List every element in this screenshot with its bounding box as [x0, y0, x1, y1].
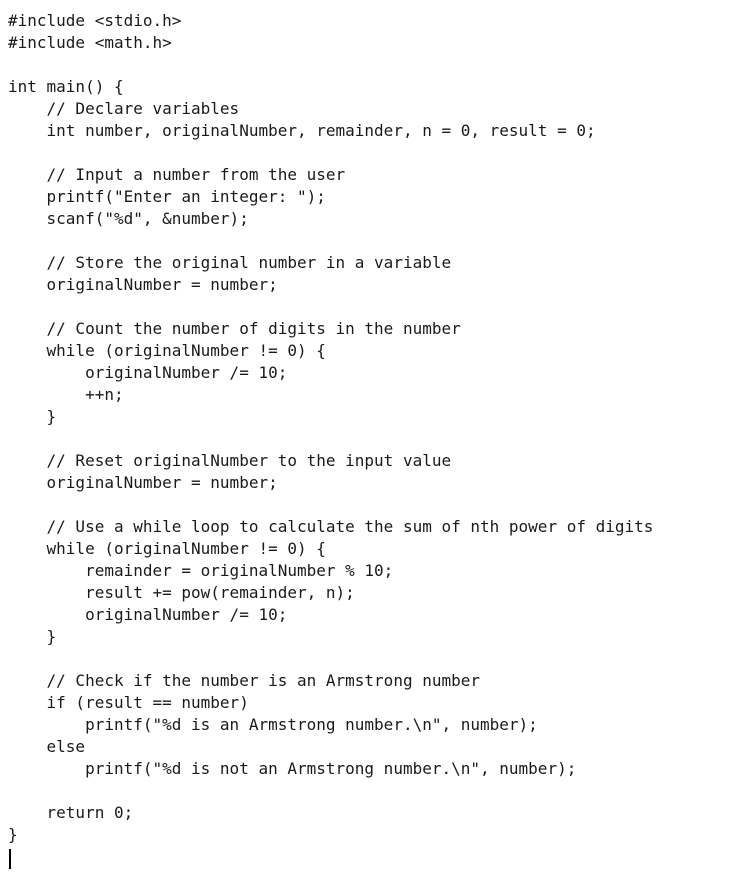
code-line: int main() { — [8, 77, 124, 96]
code-line: if (result == number) — [8, 693, 249, 712]
code-line: while (originalNumber != 0) { — [8, 539, 326, 558]
code-line: #include <math.h> — [8, 33, 172, 52]
code-line: // Store the original number in a variab… — [8, 253, 452, 272]
code-line: #include <stdio.h> — [8, 11, 182, 30]
code-line: // Check if the number is an Armstrong n… — [8, 671, 481, 690]
code-line: return 0; — [8, 803, 134, 822]
code-line: ++n; — [8, 385, 124, 404]
code-line: // Input a number from the user — [8, 165, 346, 184]
code-line: scanf("%d", &number); — [8, 209, 249, 228]
code-line: printf("%d is not an Armstrong number.\n… — [8, 759, 577, 778]
code-line: originalNumber = number; — [8, 275, 278, 294]
code-line: originalNumber /= 10; — [8, 363, 288, 382]
code-line: printf("Enter an integer: "); — [8, 187, 326, 206]
code-line: // Count the number of digits in the num… — [8, 319, 461, 338]
code-line: int number, originalNumber, remainder, n… — [8, 121, 596, 140]
code-line: else — [8, 737, 86, 756]
code-line: originalNumber /= 10; — [8, 605, 288, 624]
code-line: remainder = originalNumber % 10; — [8, 561, 394, 580]
code-line: // Use a while loop to calculate the sum… — [8, 517, 654, 536]
code-line: result += pow(remainder, n); — [8, 583, 355, 602]
code-line: printf("%d is an Armstrong number.\n", n… — [8, 715, 538, 734]
text-cursor — [9, 849, 11, 869]
code-line: } — [8, 627, 57, 646]
code-line: // Reset originalNumber to the input val… — [8, 451, 452, 470]
code-editor[interactable]: #include <stdio.h> #include <math.h> int m… — [0, 0, 737, 879]
code-line: originalNumber = number; — [8, 473, 278, 492]
code-line: while (originalNumber != 0) { — [8, 341, 326, 360]
code-line: } — [8, 407, 57, 426]
code-line: } — [8, 825, 18, 844]
code-text-area[interactable]: #include <stdio.h> #include <math.h> int m… — [8, 10, 733, 846]
code-line: // Declare variables — [8, 99, 240, 118]
